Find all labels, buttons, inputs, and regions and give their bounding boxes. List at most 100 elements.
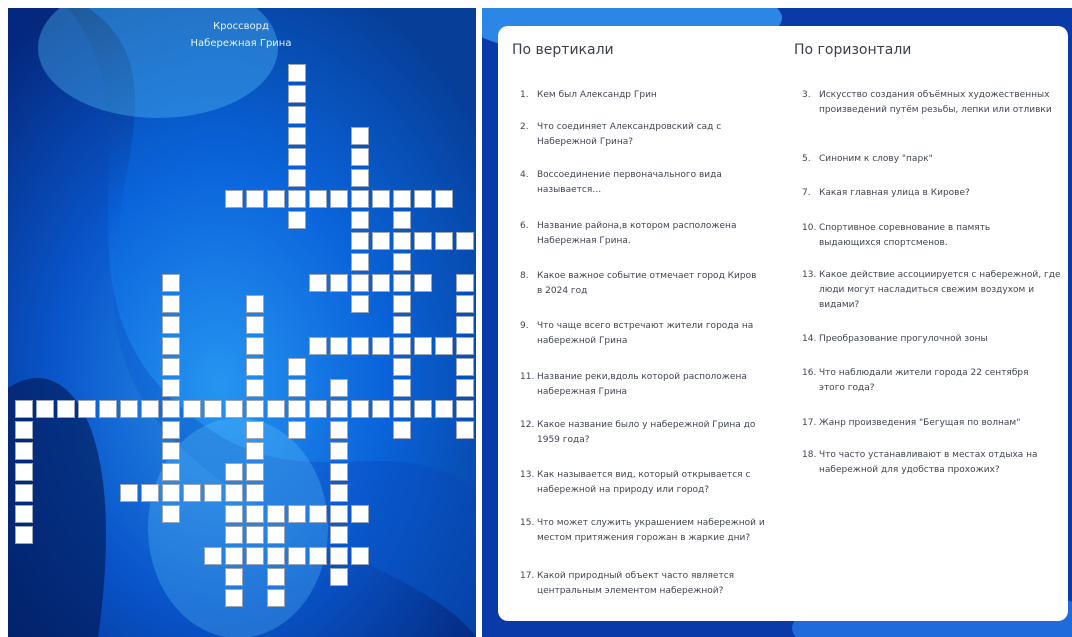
crossword-cell[interactable]	[309, 547, 327, 565]
crossword-cell[interactable]	[288, 547, 306, 565]
crossword-cell[interactable]	[414, 190, 432, 208]
crossword-cell[interactable]	[15, 505, 33, 523]
crossword-cell[interactable]	[393, 190, 411, 208]
crossword-cell[interactable]	[372, 400, 390, 418]
crossword-cell[interactable]	[393, 316, 411, 334]
crossword-cell[interactable]	[330, 568, 348, 586]
crossword-cell[interactable]	[330, 484, 348, 502]
crossword-cell[interactable]	[393, 400, 411, 418]
crossword-cell[interactable]	[351, 253, 369, 271]
crossword-cell[interactable]	[162, 421, 180, 439]
crossword-cell[interactable]	[162, 379, 180, 397]
crossword-cell[interactable]	[267, 589, 285, 607]
crossword-cell[interactable]	[15, 421, 33, 439]
crossword-cell[interactable]	[15, 463, 33, 481]
crossword-cell[interactable]	[162, 358, 180, 376]
crossword-cell[interactable]	[456, 232, 474, 250]
crossword-cell[interactable]	[267, 568, 285, 586]
crossword-cell[interactable]	[330, 421, 348, 439]
crossword-cell[interactable]	[288, 85, 306, 103]
crossword-cell[interactable]	[162, 274, 180, 292]
crossword-cell[interactable]	[351, 274, 369, 292]
crossword-cell[interactable]	[225, 589, 243, 607]
crossword-cell[interactable]	[162, 505, 180, 523]
crossword-cell[interactable]	[351, 547, 369, 565]
crossword-cell[interactable]	[393, 421, 411, 439]
crossword-cell[interactable]	[330, 400, 348, 418]
crossword-cell[interactable]	[246, 421, 264, 439]
crossword-cell[interactable]	[414, 232, 432, 250]
crossword-cell[interactable]	[393, 379, 411, 397]
crossword-cell[interactable]	[456, 358, 474, 376]
crossword-cell[interactable]	[351, 505, 369, 523]
crossword-cell[interactable]	[15, 526, 33, 544]
crossword-cell[interactable]	[225, 190, 243, 208]
crossword-cell[interactable]	[330, 526, 348, 544]
crossword-cell[interactable]	[351, 148, 369, 166]
crossword-cell[interactable]	[162, 442, 180, 460]
crossword-cell[interactable]	[330, 463, 348, 481]
crossword-cell[interactable]	[288, 64, 306, 82]
crossword-cell[interactable]	[246, 505, 264, 523]
crossword-cell[interactable]	[141, 484, 159, 502]
crossword-cell[interactable]	[456, 295, 474, 313]
crossword-cell[interactable]	[141, 400, 159, 418]
crossword-cell[interactable]	[225, 505, 243, 523]
crossword-cell[interactable]	[204, 400, 222, 418]
crossword-cell[interactable]	[393, 253, 411, 271]
crossword-cell[interactable]	[309, 400, 327, 418]
crossword-cell[interactable]	[288, 211, 306, 229]
crossword-cell[interactable]	[351, 169, 369, 187]
crossword-cell[interactable]	[372, 274, 390, 292]
crossword-cell[interactable]	[351, 232, 369, 250]
crossword-cell[interactable]	[15, 484, 33, 502]
crossword-cell[interactable]	[330, 190, 348, 208]
crossword-cell[interactable]	[330, 505, 348, 523]
crossword-cell[interactable]	[414, 274, 432, 292]
crossword-cell[interactable]	[393, 358, 411, 376]
crossword-cell[interactable]	[288, 148, 306, 166]
crossword-cell[interactable]	[330, 379, 348, 397]
crossword-cell[interactable]	[456, 337, 474, 355]
crossword-cell[interactable]	[309, 190, 327, 208]
crossword-cell[interactable]	[246, 400, 264, 418]
crossword-cell[interactable]	[267, 505, 285, 523]
crossword-cell[interactable]	[393, 232, 411, 250]
crossword-cell[interactable]	[120, 400, 138, 418]
crossword-cell[interactable]	[225, 568, 243, 586]
crossword-cell[interactable]	[393, 295, 411, 313]
crossword-cell[interactable]	[330, 337, 348, 355]
crossword-cell[interactable]	[15, 442, 33, 460]
crossword-cell[interactable]	[246, 463, 264, 481]
crossword-cell[interactable]	[456, 316, 474, 334]
crossword-cell[interactable]	[330, 274, 348, 292]
crossword-cell[interactable]	[267, 526, 285, 544]
crossword-cell[interactable]	[435, 232, 453, 250]
crossword-cell[interactable]	[267, 190, 285, 208]
crossword-cell[interactable]	[456, 421, 474, 439]
crossword-cell[interactable]	[288, 358, 306, 376]
crossword-cell[interactable]	[57, 400, 75, 418]
crossword-cell[interactable]	[414, 400, 432, 418]
crossword-cell[interactable]	[288, 127, 306, 145]
crossword-cell[interactable]	[120, 484, 138, 502]
crossword-cell[interactable]	[246, 442, 264, 460]
crossword-cell[interactable]	[183, 484, 201, 502]
crossword-cell[interactable]	[435, 190, 453, 208]
crossword-cell[interactable]	[246, 547, 264, 565]
crossword-cell[interactable]	[15, 400, 33, 418]
crossword-cell[interactable]	[414, 337, 432, 355]
crossword-cell[interactable]	[162, 400, 180, 418]
crossword-cell[interactable]	[246, 484, 264, 502]
crossword-cell[interactable]	[393, 337, 411, 355]
crossword-cell[interactable]	[351, 127, 369, 145]
crossword-cell[interactable]	[330, 547, 348, 565]
crossword-cell[interactable]	[78, 400, 96, 418]
crossword-cell[interactable]	[225, 463, 243, 481]
crossword-cell[interactable]	[288, 379, 306, 397]
crossword-cell[interactable]	[288, 421, 306, 439]
crossword-cell[interactable]	[435, 337, 453, 355]
crossword-cell[interactable]	[351, 400, 369, 418]
crossword-cell[interactable]	[162, 295, 180, 313]
crossword-cell[interactable]	[372, 190, 390, 208]
